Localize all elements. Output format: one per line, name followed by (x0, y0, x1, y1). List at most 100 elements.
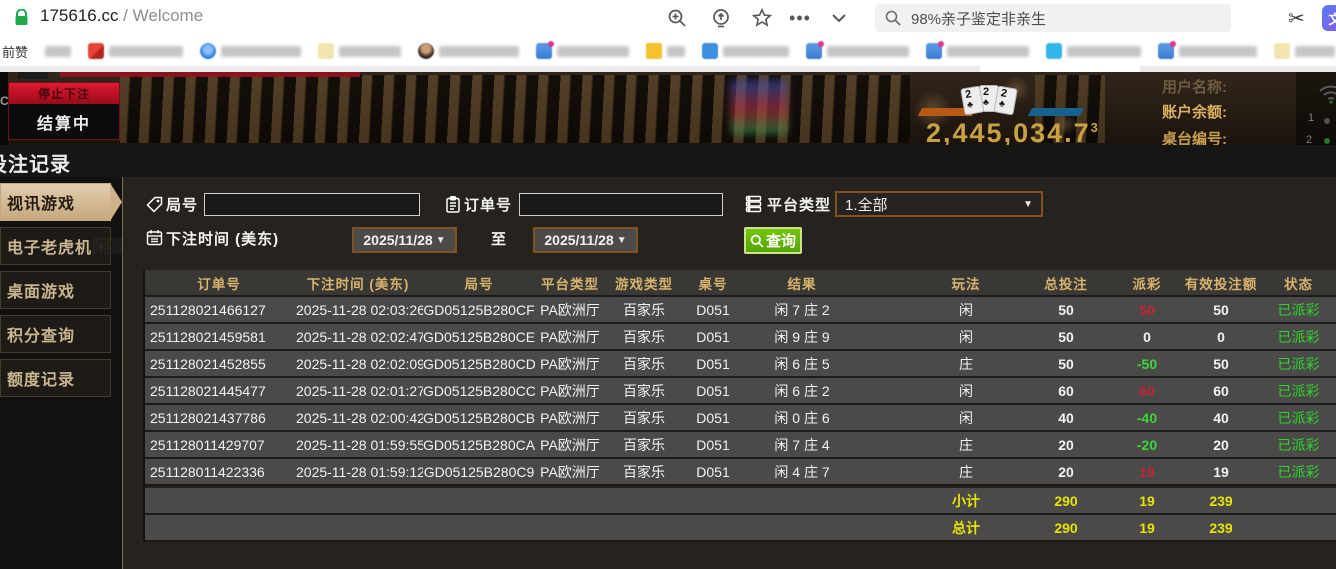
valid-bet-cell: 50 (1213, 355, 1229, 372)
column-header: 下注时间 (美东) (306, 276, 410, 292)
bookmark-item[interactable] (926, 41, 1030, 59)
pale-favicon-icon (1274, 43, 1291, 59)
table-row: 251128011422336 2025-11-28 01:59:12 GD0512… (145, 459, 1336, 486)
game-type-cell: 百家乐 (623, 328, 665, 345)
bookmark-item[interactable] (200, 43, 302, 59)
browser-search-box[interactable] (875, 4, 1231, 32)
bookmark-label-blurred (1179, 45, 1258, 57)
platform-cell: PA欧洲厅 (540, 382, 600, 399)
bet-time-cell: 2025-11-28 02:02:47 (296, 328, 423, 345)
payout-cell: -20 (1136, 436, 1158, 453)
table-row: 251128011429707 2025-11-28 01:59:55 GD0512… (145, 432, 1336, 459)
ssl-lock-icon[interactable] (14, 9, 29, 26)
valid-bet-cell: 50 (1213, 301, 1229, 318)
round-number-label: 局号 (166, 197, 199, 214)
bookmarks-items (88, 41, 1336, 59)
platform-type-select[interactable]: 1.全部 ▼ (835, 191, 1043, 217)
chevron-down-icon[interactable] (828, 7, 850, 29)
total-row: 总计 290 19 239 (145, 515, 1336, 542)
table-header-row: 订单号 下注时间 (美东) 局号 平台类型 游戏类型 桌号 结果 玩法 总投注 派彩 有效投注额 状态 (145, 270, 1336, 297)
bet-time-label: 下注时间 (美东) (166, 231, 280, 248)
jackpot-amount: 2,445,034.73 (926, 118, 1100, 145)
bookmark-label-blurred (667, 45, 686, 57)
bookmark-label-blurred (1067, 45, 1142, 57)
zoom-in-icon[interactable] (666, 7, 688, 29)
query-search-icon (750, 234, 764, 248)
order-number-input[interactable] (519, 193, 723, 216)
total-bet-cell: 50 (1058, 328, 1074, 345)
round-number-input[interactable] (204, 193, 420, 216)
sidebar-item-4[interactable]: 积分查询 (0, 315, 111, 353)
table-row: 251128021459581 2025-11-28 02:02:47 GD0512… (145, 324, 1336, 351)
table-number-cell: D051 (696, 328, 730, 345)
table-number-cell: D051 (696, 355, 730, 372)
cake-favicon-icon (1158, 41, 1177, 59)
bookmark-item[interactable] (646, 43, 686, 59)
screen: 175616.cc / Welcome ••• ✂ 文 前赞 (0, 0, 1336, 569)
table-row: 251128021452855 2025-11-28 02:02:09 GD0512… (145, 351, 1336, 378)
total-row-payout: 19 (1139, 519, 1155, 536)
translate-extension-icon[interactable]: 文 (1322, 5, 1336, 31)
dropdown-arrow-icon: ▼ (435, 234, 446, 246)
bookmark-leading-text[interactable]: 前赞 (2, 42, 28, 61)
cake-favicon-icon (806, 41, 825, 59)
round-number-cell: GD05125B280CC (423, 382, 535, 399)
bookmark-item[interactable] (536, 41, 630, 59)
search-input[interactable] (909, 8, 1221, 28)
url-text[interactable]: 175616.cc / Welcome (40, 6, 203, 26)
play-type-cell: 闲 (959, 301, 973, 318)
valid-bet-cell: 0 (1217, 328, 1225, 345)
total-row-valid: 239 (1209, 519, 1233, 536)
table-number-label: 桌台编号: (1162, 131, 1227, 145)
column-header: 游戏类型 (615, 276, 673, 292)
bookmark-item[interactable] (418, 43, 520, 59)
url-separator: / (118, 6, 133, 25)
round-number-cell: GD05125B280CF (423, 301, 535, 318)
result-cell: 闲 6 庄 5 (774, 355, 830, 372)
bookmark-item[interactable] (318, 43, 402, 59)
column-header: 桌号 (698, 276, 728, 292)
send-to-device-icon[interactable] (710, 7, 732, 29)
column-header: 局号 (464, 276, 494, 292)
play-type-cell: 闲 (959, 382, 973, 399)
dropdown-arrow-icon: ▼ (616, 234, 627, 246)
bookmark-label-blurred (439, 45, 520, 57)
order-number-cell: 251128011422336 (150, 463, 265, 480)
cyan-favicon-icon (1046, 43, 1063, 59)
folder-favicon-icon (646, 43, 663, 59)
sidebar-item-3[interactable]: 桌面游戏 (0, 271, 111, 309)
bookmark-item[interactable] (1274, 43, 1336, 59)
scissors-extension-icon[interactable]: ✂ (1288, 6, 1305, 31)
bookmark-label-blurred[interactable] (45, 45, 72, 57)
date-to-picker[interactable]: 2025/11/28 ▼ (533, 227, 638, 253)
account-name-label: 用户名称: (1162, 79, 1227, 96)
platform-type-label: 平台类型 (767, 197, 832, 214)
bookmark-star-icon[interactable] (751, 7, 773, 29)
query-button-label: 查询 (765, 233, 796, 250)
bookmark-item[interactable] (806, 41, 910, 59)
avatar-favicon-icon (418, 43, 435, 59)
red-favicon-icon (88, 43, 105, 59)
bookmark-item[interactable] (702, 43, 790, 59)
result-cell: 闲 6 庄 2 (774, 382, 830, 399)
table-number-cell: D051 (696, 409, 730, 426)
tag-icon (146, 196, 163, 213)
date-from-picker[interactable]: 2025/11/28 ▼ (352, 227, 457, 253)
sidebar-item-5[interactable]: 额度记录 (0, 359, 111, 397)
query-button[interactable]: 查询 (744, 227, 802, 254)
round-number-cell: GD05125B280C9 (423, 463, 535, 480)
more-options-icon[interactable]: ••• (789, 7, 811, 29)
bookmark-item[interactable] (1046, 43, 1142, 59)
sidebar-item-label: 电子老虎机 (7, 240, 93, 257)
result-cell: 闲 7 庄 4 (774, 436, 830, 453)
sidebar-item-1[interactable]: 视讯游戏 (0, 183, 122, 221)
table-row: 251128021445477 2025-11-28 02:01:27 GD0512… (145, 378, 1336, 405)
bookmark-item[interactable] (88, 43, 184, 59)
order-number-cell: 251128021466127 (150, 301, 266, 318)
platform-cell: PA欧洲厅 (540, 463, 600, 480)
platform-cell: PA欧洲厅 (540, 409, 600, 426)
total-bet-cell: 20 (1058, 436, 1074, 453)
clipboard-icon (445, 196, 462, 213)
page-title: 投注记录 (0, 154, 71, 176)
bookmark-item[interactable] (1158, 41, 1258, 59)
